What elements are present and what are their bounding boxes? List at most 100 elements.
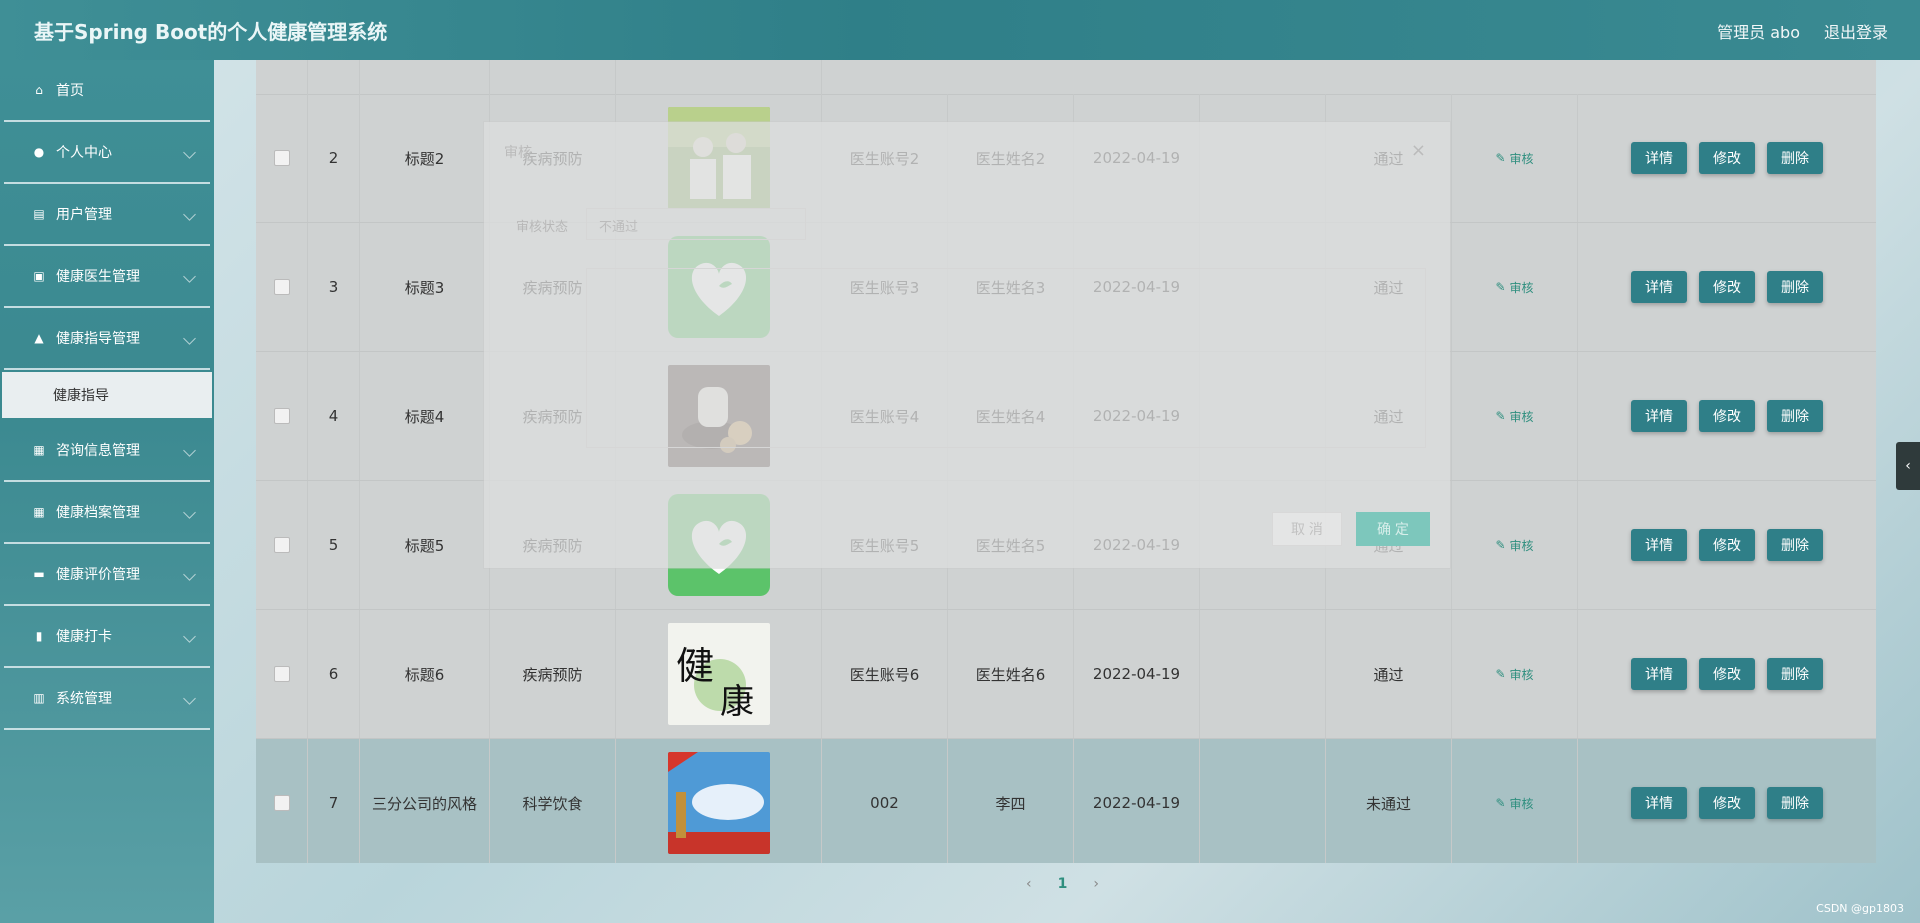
row-select-cell	[256, 739, 308, 863]
row-title: 三分公司的风格	[360, 739, 490, 863]
delete-button[interactable]: 删除	[1767, 271, 1823, 303]
edit-button[interactable]: 修改	[1699, 142, 1755, 174]
audit-link[interactable]: ✎ 审核	[1495, 666, 1533, 683]
row-actions: 详情 修改 删除	[1578, 223, 1876, 351]
edit-icon: ✎	[1495, 151, 1506, 165]
sidebar-item-label: 健康打卡	[56, 629, 112, 645]
sidebar-subitem-guidance[interactable]: 健康指导	[2, 372, 212, 418]
row-empty-cell	[1200, 610, 1326, 738]
sidebar-item-label: 个人中心	[56, 145, 112, 161]
audit-link[interactable]: ✎ 审核	[1495, 279, 1533, 296]
pagination: ‹ 1 ›	[1026, 876, 1099, 892]
row-checkbox[interactable]	[273, 666, 290, 682]
edit-button[interactable]: 修改	[1699, 400, 1755, 432]
row-checkbox[interactable]	[273, 408, 290, 424]
sidebar-item-label: 健康档案管理	[56, 505, 140, 521]
cancel-button[interactable]: 取 消	[1272, 512, 1342, 546]
audit-label: 审核	[1509, 667, 1534, 682]
sidebar-item-personal-center[interactable]: ● 个人中心	[4, 122, 210, 184]
sidebar: ⌂ 首页 ● 个人中心 ▤ 用户管理 ▣ 健康医生管理 ▲ 健康指导管理 健康指…	[0, 60, 214, 923]
book-icon: ▮	[35, 629, 43, 643]
grid-icon: ▦	[33, 505, 45, 519]
row-image[interactable]	[667, 752, 770, 854]
edit-button[interactable]: 修改	[1699, 658, 1755, 690]
chevron-down-icon	[183, 568, 196, 581]
audit-label: 审核	[1509, 796, 1534, 811]
row-actions: 详情 修改 删除	[1578, 352, 1876, 480]
detail-button[interactable]: 详情	[1631, 658, 1687, 690]
collapse-handle[interactable]: ‹	[1896, 442, 1920, 490]
logout-link[interactable]: 退出登录	[1824, 19, 1888, 43]
sidebar-item-checkin[interactable]: ▮ 健康打卡	[4, 606, 210, 668]
sidebar-item-consult-management[interactable]: ▦ 咨询信息管理	[4, 420, 210, 482]
confirm-button[interactable]: 确 定	[1356, 512, 1430, 546]
delete-button[interactable]: 删除	[1767, 529, 1823, 561]
row-audit-cell: ✎ 审核	[1452, 481, 1578, 609]
sidebar-item-label: 咨询信息管理	[56, 443, 140, 459]
sidebar-item-doctor-management[interactable]: ▣ 健康医生管理	[4, 246, 210, 308]
edit-icon: ✎	[1495, 409, 1506, 423]
sidebar-item-guidance-management[interactable]: ▲ 健康指导管理	[4, 308, 210, 370]
row-index: 2	[308, 94, 360, 222]
row-index: 6	[308, 610, 360, 738]
row-image-cell: 健康	[616, 610, 822, 738]
close-icon[interactable]: ×	[1411, 140, 1426, 161]
delete-button[interactable]: 删除	[1767, 400, 1823, 432]
sidebar-item-system-management[interactable]: ▥ 系统管理	[4, 668, 210, 730]
table-row: 7 三分公司的风格 科学饮食 002 李四 2022-04-19 未通过 ✎ 审核 详情 修改 删除	[256, 739, 1876, 863]
row-index: 7	[308, 739, 360, 863]
row-checkbox[interactable]	[273, 537, 290, 553]
sidebar-item-archive-management[interactable]: ▦ 健康档案管理	[4, 482, 210, 544]
row-checkbox[interactable]	[273, 279, 290, 295]
sidebar-item-user-management[interactable]: ▤ 用户管理	[4, 184, 210, 246]
audit-link[interactable]: ✎ 审核	[1495, 408, 1533, 425]
chevron-down-icon	[183, 444, 196, 457]
detail-button[interactable]: 详情	[1631, 529, 1687, 561]
row-index: 5	[308, 481, 360, 609]
grid-icon: ▦	[33, 443, 45, 457]
audit-label: 审核	[1509, 409, 1534, 424]
row-audit-cell: ✎ 审核	[1452, 610, 1578, 738]
audit-link[interactable]: ✎ 审核	[1495, 537, 1533, 554]
row-checkbox[interactable]	[273, 795, 290, 811]
detail-button[interactable]: 详情	[1631, 142, 1687, 174]
user-icon: ●	[33, 145, 45, 159]
row-select-cell	[256, 352, 308, 480]
page-number[interactable]: 1	[1058, 876, 1068, 892]
audit-reply-textarea[interactable]	[586, 268, 1426, 448]
thumb-icon: ▲	[34, 331, 44, 345]
row-title: 标题2	[360, 94, 490, 222]
detail-button[interactable]: 详情	[1631, 271, 1687, 303]
row-select-cell	[256, 481, 308, 609]
row-image[interactable]: 健康	[667, 623, 770, 725]
delete-button[interactable]: 删除	[1767, 658, 1823, 690]
row-doctor-name: 李四	[948, 739, 1074, 863]
row-audit-cell: ✎ 审核	[1452, 223, 1578, 351]
row-doctor-account: 002	[822, 739, 948, 863]
sidebar-item-home[interactable]: ⌂ 首页	[4, 60, 210, 122]
row-select-cell	[256, 223, 308, 351]
current-user[interactable]: 管理员 abo	[1717, 19, 1800, 43]
chevron-down-icon	[183, 630, 196, 643]
next-page-icon[interactable]: ›	[1093, 876, 1099, 892]
row-status: 未通过	[1326, 739, 1452, 863]
app-title: 基于Spring Boot的个人健康管理系统	[34, 20, 388, 44]
edit-button[interactable]: 修改	[1699, 271, 1755, 303]
delete-button[interactable]: 删除	[1767, 142, 1823, 174]
edit-button[interactable]: 修改	[1699, 529, 1755, 561]
edit-icon: ✎	[1495, 667, 1506, 681]
row-actions: 详情 修改 删除	[1578, 94, 1876, 222]
row-image-cell	[616, 739, 822, 863]
audit-status-select[interactable]: 不通过	[586, 208, 806, 240]
detail-button[interactable]: 详情	[1631, 400, 1687, 432]
audit-link[interactable]: ✎ 审核	[1495, 795, 1533, 812]
detail-button[interactable]: 详情	[1631, 787, 1687, 819]
edit-button[interactable]: 修改	[1699, 787, 1755, 819]
audit-link[interactable]: ✎ 审核	[1495, 150, 1533, 167]
row-checkbox[interactable]	[273, 150, 290, 166]
row-title: 标题5	[360, 481, 490, 609]
prev-page-icon[interactable]: ‹	[1026, 876, 1032, 892]
delete-button[interactable]: 删除	[1767, 787, 1823, 819]
sidebar-item-evaluation-management[interactable]: ▬ 健康评价管理	[4, 544, 210, 606]
chevron-down-icon	[183, 692, 196, 705]
